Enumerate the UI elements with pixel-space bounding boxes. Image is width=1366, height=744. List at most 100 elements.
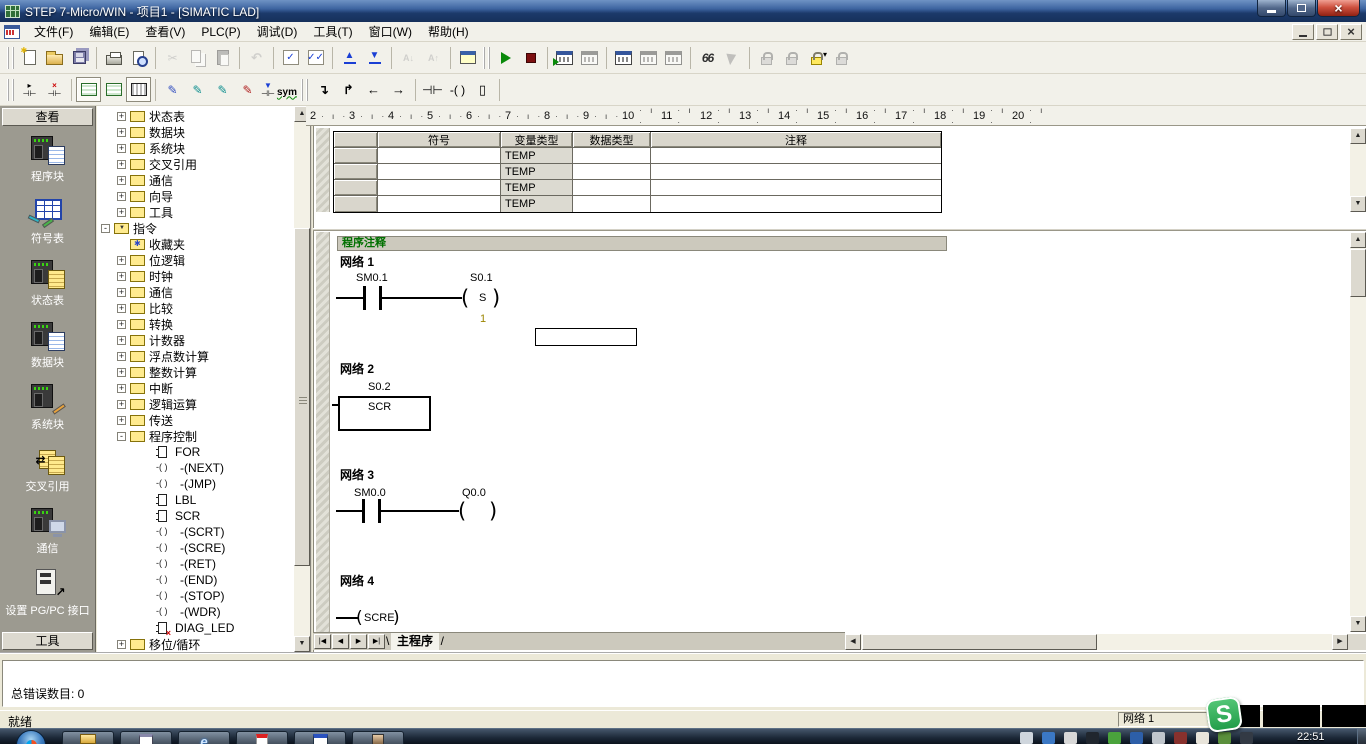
tree-item[interactable]: + 系统块 [97, 140, 293, 156]
pane-splitter[interactable] [313, 228, 1366, 231]
tree-expand-toggle[interactable]: + [117, 335, 126, 345]
next-tab-button[interactable]: ▶ [350, 634, 367, 649]
tree-item[interactable]: + 浮点数计算 [97, 348, 293, 364]
tree-item[interactable]: FOR [97, 444, 293, 460]
sidebar-item-set-pgpc-interface[interactable]: ↗ 设置 PG/PC 接口 [0, 564, 95, 626]
pen-clear-button[interactable]: ✎ [235, 77, 260, 102]
scroll-left-button[interactable]: ◀ [845, 634, 861, 650]
restore-button[interactable] [1287, 0, 1316, 17]
tree-expand-toggle[interactable]: + [117, 111, 126, 121]
var-type-cell[interactable]: TEMP [501, 180, 573, 196]
minimize-button[interactable] [1257, 0, 1286, 17]
tray-icon[interactable] [1174, 732, 1187, 744]
open-button[interactable] [42, 45, 67, 70]
tab-main-program[interactable]: 主程序 [386, 633, 444, 650]
line-down-button[interactable]: ↴ [311, 77, 336, 102]
coil-paren[interactable]: ( [461, 286, 469, 310]
tree-item[interactable]: + 向导 [97, 188, 293, 204]
comment-cell[interactable] [651, 196, 941, 212]
var-type-cell[interactable]: TEMP [501, 164, 573, 180]
column-header-symbol[interactable]: 符号 [378, 132, 501, 148]
program-status-button[interactable] [552, 45, 577, 70]
net4-coil-mnemonic[interactable]: SCRE [364, 612, 395, 624]
pause-program-status-button[interactable] [577, 45, 602, 70]
lock-button-1[interactable] [754, 45, 779, 70]
net2-box-input[interactable]: S0.2 [368, 381, 391, 393]
tree-item[interactable]: + 逻辑运算 [97, 396, 293, 412]
delete-network-button[interactable]: × ⊣⊢ [42, 77, 67, 102]
net2-scr-box[interactable]: SCR [338, 396, 431, 431]
view-status-button[interactable]: 66 [695, 45, 720, 70]
tree-item[interactable]: - 指令 [97, 220, 293, 236]
tree-item[interactable]: + 位逻辑 [97, 252, 293, 268]
menu-item[interactable]: 查看(V) [137, 23, 193, 41]
print-preview-button[interactable] [126, 45, 151, 70]
coil-paren[interactable]: ( [458, 499, 466, 523]
tree-item[interactable]: -(SCRE) [97, 540, 293, 556]
compile-button[interactable]: ✓ [278, 45, 303, 70]
view-grid-toggle[interactable] [126, 77, 151, 102]
tree-item[interactable]: -(END) [97, 572, 293, 588]
title-bar[interactable]: STEP 7-Micro/WIN - 项目1 - [SIMATIC LAD] [0, 0, 1366, 22]
tree-expand-toggle[interactable]: + [117, 351, 126, 361]
table-scrollbar[interactable]: ▲ ▼ [1350, 128, 1366, 212]
var-type-cell[interactable]: TEMP [501, 148, 573, 164]
row-header[interactable] [334, 148, 378, 164]
sort-ascending-button[interactable]: A↓ [396, 45, 421, 70]
tray-icon[interactable] [1108, 732, 1121, 744]
menu-item[interactable]: PLC(P) [193, 23, 248, 41]
pen-slash-button[interactable]: ✎ [160, 77, 185, 102]
data-type-cell[interactable] [573, 180, 651, 196]
tree-item[interactable]: + 工具 [97, 204, 293, 220]
new-button[interactable] [17, 45, 42, 70]
line-up-button[interactable]: ↱ [336, 77, 361, 102]
tree-item[interactable]: -(JMP) [97, 476, 293, 492]
copy-button[interactable] [185, 45, 210, 70]
network-1-label[interactable]: 网络 1 [340, 253, 374, 270]
program-comment-bar[interactable]: 程序注释 [337, 236, 947, 251]
tree-expand-toggle[interactable]: - [101, 223, 110, 233]
stop-button[interactable] [518, 45, 543, 70]
net3-contact-address[interactable]: SM0.0 [354, 487, 386, 499]
line-left-button[interactable]: ← [361, 77, 386, 102]
save-all-button[interactable] [67, 45, 92, 70]
symbol-cell[interactable] [378, 164, 501, 180]
tree-item[interactable]: -(RET) [97, 556, 293, 572]
prev-tab-button[interactable]: ◀ [332, 634, 349, 649]
tree-expand-toggle[interactable]: + [117, 127, 126, 137]
tray-icon[interactable] [1042, 732, 1055, 744]
tree-item[interactable]: + 状态表 [97, 108, 293, 124]
tree-item[interactable]: + 移位/循环 [97, 636, 293, 652]
scroll-down-button[interactable]: ▼ [1350, 196, 1366, 212]
tree-item[interactable]: -(WDR) [97, 604, 293, 620]
toolbar-grip[interactable] [7, 78, 14, 101]
menu-item[interactable]: 文件(F) [26, 23, 81, 41]
mdi-close-button[interactable] [1340, 24, 1362, 40]
pointer-button[interactable] [720, 45, 745, 70]
net1-contact-address[interactable]: SM0.1 [356, 272, 388, 284]
network-comments-toggle[interactable] [101, 77, 126, 102]
scrollbar-thumb[interactable] [1350, 249, 1366, 297]
tools-footer[interactable]: 工具 [2, 632, 93, 650]
tree-item[interactable]: + 中断 [97, 380, 293, 396]
write-all-button[interactable] [661, 45, 686, 70]
tree-item[interactable]: -(NEXT) [97, 460, 293, 476]
tree-item[interactable]: LBL [97, 492, 293, 508]
apply-symbols-button[interactable]: ▼ ⊣⊢ sym [260, 77, 298, 102]
menu-item[interactable]: 调试(D) [249, 23, 306, 41]
taskbar-window-button[interactable] [120, 731, 172, 744]
line-right-button[interactable]: → [386, 77, 411, 102]
scroll-down-button[interactable]: ▼ [1350, 616, 1366, 632]
ladder-scrollbar[interactable]: ▲ ▼ [1350, 232, 1366, 632]
tree-item[interactable]: -(STOP) [97, 588, 293, 604]
table-corner-cell[interactable] [334, 132, 378, 148]
scroll-up-button[interactable]: ▲ [1350, 128, 1366, 144]
row-header[interactable] [334, 164, 378, 180]
first-tab-button[interactable]: |◀ [314, 634, 331, 649]
taskbar-photo-button[interactable] [352, 731, 404, 744]
show-desktop-button[interactable] [1357, 729, 1366, 744]
run-button[interactable] [493, 45, 518, 70]
tree-expand-toggle[interactable]: + [117, 383, 126, 393]
options-button[interactable] [455, 45, 480, 70]
tray-icon[interactable] [1020, 732, 1033, 744]
